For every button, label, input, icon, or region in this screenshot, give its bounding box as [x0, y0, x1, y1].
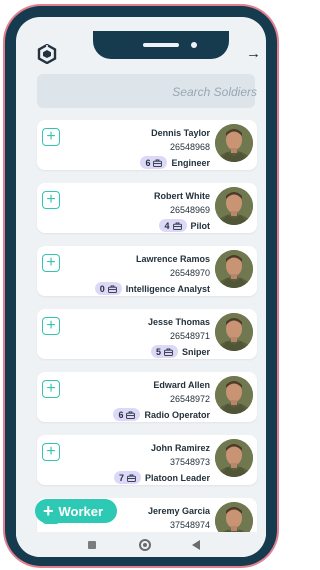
soldier-card[interactable]: + Lawrence Ramos 26548970 0 Intelligence Ana… [37, 246, 257, 296]
task-count-badge: 4 [159, 219, 187, 232]
soldier-info: Jeremy Garcia 37548974 [148, 506, 210, 531]
add-worker-label: Worker [58, 503, 104, 519]
soldier-role: Radio Operator [144, 409, 210, 420]
system-nav-bar [16, 532, 266, 557]
back-icon[interactable] [192, 540, 200, 550]
soldier-photo [215, 187, 253, 225]
briefcase-icon [127, 473, 136, 482]
add-icon[interactable]: + [42, 443, 60, 461]
add-icon[interactable]: + [42, 128, 60, 146]
soldier-id: 37548974 [169, 520, 210, 530]
soldier-meta: 4 Pilot [154, 219, 210, 232]
soldier-avatar [215, 187, 253, 225]
task-count-badge: 6 [113, 408, 141, 421]
add-icon[interactable]: + [42, 254, 60, 272]
soldier-avatar [215, 439, 253, 477]
add-worker-button[interactable]: + Worker [35, 499, 117, 523]
soldier-info: John Ramirez 37548973 7 Platoon Leader [113, 443, 210, 484]
soldier-avatar [215, 313, 253, 351]
task-count: 6 [145, 157, 151, 168]
camera [191, 42, 197, 48]
task-count-badge: 6 [140, 156, 168, 169]
soldier-photo [215, 124, 253, 162]
briefcase-icon [126, 410, 136, 419]
soldier-name: John Ramirez [150, 443, 210, 453]
add-icon[interactable]: + [42, 191, 60, 209]
soldier-photo [215, 376, 253, 414]
soldier-name: Jesse Thomas [147, 317, 210, 327]
soldier-photo [215, 250, 253, 288]
soldier-info: Dennis Taylor 26548968 6 Engineer [140, 128, 210, 169]
soldier-id: 37548973 [169, 457, 210, 467]
briefcase-icon [164, 347, 173, 356]
briefcase-icon [153, 158, 163, 167]
soldier-meta: 5 Sniper [148, 345, 210, 358]
soldier-meta: 6 Engineer [140, 156, 210, 169]
soldier-photo [215, 439, 253, 477]
soldier-id: 26548969 [169, 205, 210, 215]
soldier-meta: 0 Intelligence Analyst [94, 282, 210, 295]
side-button [6, 122, 11, 162]
soldier-photo [215, 313, 253, 351]
soldier-card[interactable]: + Robert White 26548969 4 Pilot [37, 183, 257, 233]
plus-icon: + [43, 501, 54, 521]
task-count: 0 [99, 283, 105, 294]
speaker [143, 43, 179, 47]
task-count-badge: 0 [94, 282, 122, 295]
soldier-card[interactable]: + Dennis Taylor 26548968 6 Engineer [37, 120, 257, 170]
recent-apps-icon[interactable] [88, 541, 96, 549]
soldier-name: Lawrence Ramos [135, 254, 210, 264]
task-count: 5 [155, 346, 161, 357]
soldier-avatar [215, 124, 253, 162]
soldier-card[interactable]: + Jesse Thomas 26548971 5 Sniper [37, 309, 257, 359]
soldier-id: 26548971 [169, 331, 210, 341]
soldier-info: Jesse Thomas 26548971 5 Sniper [148, 317, 210, 358]
soldier-id: 26548972 [169, 394, 210, 404]
soldier-id: 26548970 [169, 268, 210, 278]
side-button [6, 172, 11, 212]
notch [93, 31, 229, 59]
search-bar [37, 74, 263, 110]
soldier-name: Dennis Taylor [151, 128, 210, 138]
soldier-meta: 6 Radio Operator [113, 408, 210, 421]
search-input[interactable] [37, 74, 263, 110]
soldier-role: Sniper [181, 346, 210, 357]
soldier-role: Engineer [171, 157, 210, 168]
soldier-avatar [215, 376, 253, 414]
home-icon[interactable] [139, 539, 151, 551]
screen: Alfa Platoon → +Dennis Taylor265489686En… [16, 17, 266, 557]
soldier-id: 26548968 [169, 142, 210, 152]
arrow-right-icon[interactable]: → [246, 45, 261, 62]
soldier-role: Platoon Leader [144, 472, 210, 483]
soldier-name: Robert White [154, 191, 210, 201]
soldier-name: Edward Allen [153, 380, 210, 390]
side-button [6, 84, 11, 106]
soldier-card[interactable]: + John Ramirez 37548973 7 Platoon Leader [37, 435, 257, 485]
soldier-name: Jeremy Garcia [147, 506, 210, 516]
soldier-avatar [215, 250, 253, 288]
task-count-badge: 5 [150, 345, 178, 358]
soldier-card[interactable]: + Edward Allen 26548972 6 Radio Operator [37, 372, 257, 422]
app-logo-icon [37, 44, 57, 64]
soldier-info: Robert White 26548969 4 Pilot [154, 191, 210, 232]
task-count-badge: 7 [113, 471, 141, 484]
task-count: 4 [164, 220, 170, 231]
add-icon[interactable]: + [42, 380, 60, 398]
briefcase-icon [107, 284, 117, 293]
add-icon[interactable]: + [42, 317, 60, 335]
soldier-role: Intelligence Analyst [125, 283, 210, 294]
soldier-info: Lawrence Ramos 26548970 0 Intelligence Anal… [94, 254, 210, 295]
task-count: 6 [118, 409, 124, 420]
briefcase-icon [172, 221, 182, 230]
task-count: 7 [118, 472, 124, 483]
soldier-meta: 7 Platoon Leader [113, 471, 210, 484]
soldier-info: Edward Allen 26548972 6 Radio Operator [113, 380, 210, 421]
soldier-role: Pilot [190, 220, 211, 231]
